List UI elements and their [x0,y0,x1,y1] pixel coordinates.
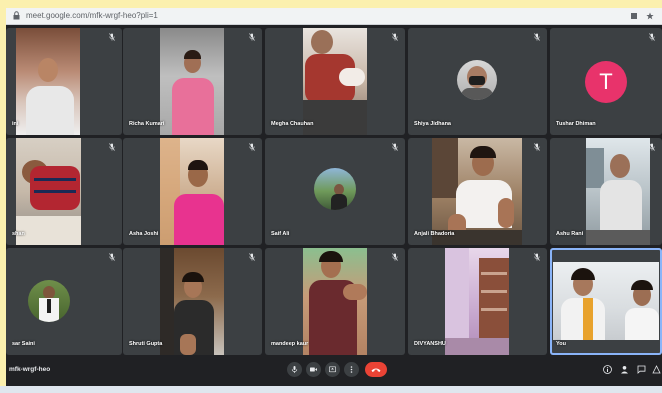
mic-off-icon [392,143,398,151]
participant-name: Shiya Jidhana [414,121,451,127]
camera-toggle-button[interactable] [306,362,321,377]
participant-tile[interactable]: T Tushar Dhiman [550,28,662,135]
participant-tile[interactable]: ini [6,28,122,135]
participant-video [432,138,522,245]
mic-off-icon [534,143,540,151]
info-icon[interactable] [603,365,612,374]
participant-video [16,138,81,245]
mic-off-icon [392,33,398,41]
browser-url[interactable]: meet.google.com/mfk-wrgf-heo?pli=1 [26,10,158,22]
participant-avatar: T [585,60,627,103]
participant-name: Ashu Rani [556,231,584,237]
participant-tile[interactable]: DIVYANSHU [408,248,547,355]
participant-video [445,248,509,355]
self-view-tile[interactable]: You [550,248,662,355]
participant-tile[interactable]: shan [6,138,122,245]
participant-name: Saif Ali [271,231,290,237]
participant-avatar [314,168,356,210]
participant-avatar [457,60,497,100]
participant-tile[interactable]: Shruti Gupta [123,248,262,355]
participant-name: Tushar Dhiman [556,121,596,127]
leave-call-button[interactable] [365,362,387,377]
bookmark-star-icon[interactable] [646,12,654,20]
chat-icon[interactable] [637,365,646,374]
mic-off-icon [249,33,255,41]
participant-name: You [556,341,566,347]
participant-video [160,28,224,135]
participant-tile[interactable]: sar Saini [6,248,122,355]
mic-toggle-button[interactable] [287,362,302,377]
meet-window: meet.google.com/mfk-wrgf-heo?pli=1 ini R… [6,8,662,386]
mic-off-icon [249,143,255,151]
camera-icon [310,367,317,372]
participant-tile[interactable]: Ashu Rani [550,138,662,245]
participant-name: Richa Kumari [129,121,165,127]
participant-tile[interactable]: Asha Joshi [123,138,262,245]
participant-name: mandeep kaur [271,341,309,347]
participant-name: ini [12,121,19,127]
mic-off-icon [249,253,255,261]
self-video [553,262,659,340]
participant-tile[interactable]: mandeep kaur [265,248,405,355]
mic-off-icon [109,33,115,41]
participant-video [16,28,80,135]
present-screen-button[interactable] [325,362,340,377]
more-options-button[interactable] [344,362,359,377]
mic-off-icon [109,253,115,261]
activities-icon[interactable] [652,365,661,374]
participant-tile[interactable]: Richa Kumari [123,28,262,135]
participant-video [160,138,224,245]
participant-name: Megha Chauhan [271,121,314,127]
participant-name: Shruti Gupta [129,341,163,347]
participant-tile[interactable]: Saif Ali [265,138,405,245]
participant-name: Anjali Bhadoria [414,231,455,237]
meeting-code: mfk-wrgf-heo [9,366,51,373]
mic-icon [291,366,298,373]
participant-avatar [28,280,70,322]
participant-name: Asha Joshi [129,231,159,237]
present-icon [329,366,336,373]
lock-icon [13,11,20,20]
mic-off-icon [649,143,655,151]
meeting-controls-bar: mfk-wrgf-heo [6,356,662,386]
participant-grid: ini Richa Kumari Megha Chauhan Shiya Jid… [6,28,662,356]
participant-tile[interactable]: Shiya Jidhana [408,28,547,135]
participant-tile[interactable]: Anjali Bhadoria [408,138,547,245]
mic-off-icon [534,253,540,261]
mic-off-icon [534,33,540,41]
mic-off-icon [649,33,655,41]
participant-video [160,248,224,355]
extension-icon[interactable] [630,12,638,20]
participant-name: DIVYANSHU [414,341,446,347]
people-icon[interactable] [620,365,629,374]
os-taskbar [0,386,662,393]
more-icon [350,366,353,373]
participant-name: shan [12,231,25,237]
end-call-icon [371,368,381,372]
participant-tile[interactable]: Megha Chauhan [265,28,405,135]
participant-video [303,28,367,135]
participant-video [303,248,367,355]
participant-video [586,138,650,245]
mic-off-icon [109,143,115,151]
participant-name: sar Saini [12,341,35,347]
mic-off-icon [392,253,398,261]
browser-address-bar[interactable]: meet.google.com/mfk-wrgf-heo?pli=1 [6,8,662,25]
